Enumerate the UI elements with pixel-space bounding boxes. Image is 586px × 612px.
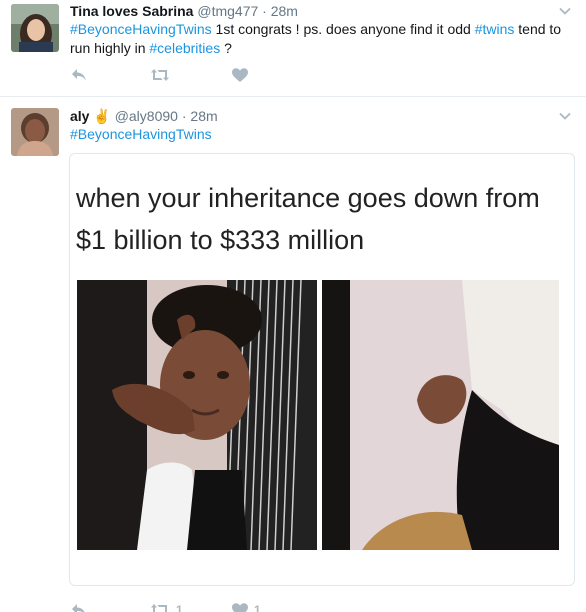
victory-hand-emoji: ✌ [93, 108, 111, 124]
meme-photo-right[interactable] [322, 280, 559, 550]
tweet-text: #BeyonceHavingTwins [70, 125, 570, 144]
reply-icon [72, 604, 85, 612]
meme-photo-left[interactable] [77, 280, 317, 550]
handle[interactable]: @tmg477 [197, 3, 258, 19]
tweet-header: Tina loves Sabrina @tmg477 · 28m [70, 2, 298, 20]
avatar[interactable] [11, 4, 59, 52]
tweet-text-segment: 1st congrats ! ps. does anyone find it o… [211, 21, 475, 37]
fullname[interactable]: Tina loves Sabrina [70, 3, 193, 19]
hashtag-link[interactable]: #twins [475, 21, 515, 37]
reply-button[interactable] [70, 601, 88, 612]
tweet-text-segment: ? [220, 40, 232, 56]
tweet-text: #BeyonceHavingTwins 1st congrats ! ps. d… [70, 20, 570, 58]
fullname[interactable]: aly [70, 108, 89, 124]
retweet-count: 1 [176, 603, 183, 612]
like-button[interactable] [232, 66, 248, 84]
retweet-icon [151, 604, 167, 612]
separator: · [262, 3, 267, 19]
tweet[interactable]: aly ✌ @aly8090 · 28m #BeyonceHavingTwins… [0, 97, 586, 612]
retweet-button[interactable] [150, 66, 170, 84]
reply-button[interactable] [70, 66, 88, 84]
separator: · [181, 108, 187, 124]
retweet-icon [151, 69, 169, 81]
chevron-down-icon[interactable] [558, 109, 572, 123]
timestamp[interactable]: 28m [190, 108, 217, 124]
handle[interactable]: @aly8090 [115, 108, 178, 124]
reply-icon [72, 69, 86, 81]
media-card[interactable]: when your inheritance goes down from $1 … [69, 153, 575, 586]
tweet-header: aly ✌ @aly8090 · 28m [70, 107, 218, 125]
hashtag-link[interactable]: #BeyonceHavingTwins [70, 126, 212, 142]
avatar[interactable] [11, 108, 59, 156]
meme-caption: when your inheritance goes down from $1 … [76, 183, 540, 255]
timestamp[interactable]: 28m [271, 3, 298, 19]
heart-icon [232, 602, 248, 612]
retweet-button[interactable]: 1 [150, 601, 183, 612]
heart-icon [232, 67, 248, 82]
chevron-down-icon[interactable] [558, 4, 572, 18]
hashtag-link[interactable]: #celebrities [149, 40, 220, 56]
tweet[interactable]: Tina loves Sabrina @tmg477 · 28m #Beyonc… [0, 0, 586, 97]
like-button[interactable]: 1 [232, 601, 261, 612]
like-count: 1 [254, 603, 261, 612]
hashtag-link[interactable]: #BeyonceHavingTwins [70, 21, 212, 37]
